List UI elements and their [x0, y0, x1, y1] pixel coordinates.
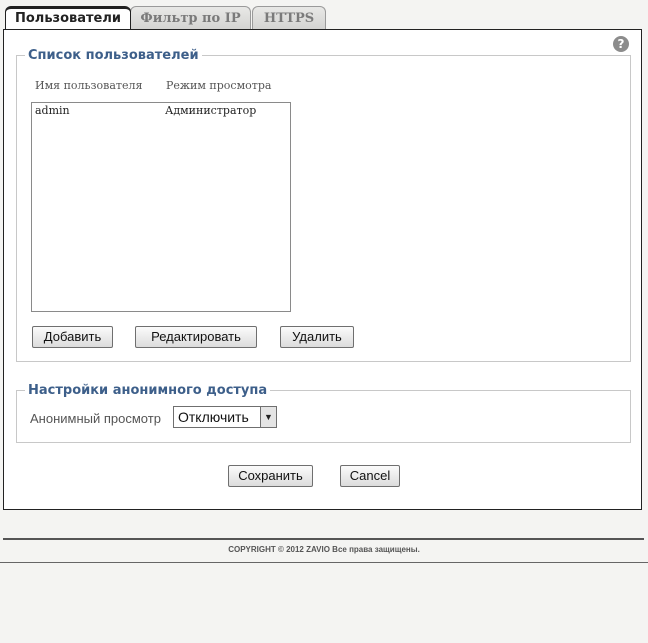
cancel-button[interactable]: Cancel	[340, 465, 400, 487]
tab-https[interactable]: HTTPS	[252, 6, 326, 29]
anonymous-access-title: Настройки анонимного доступа	[28, 383, 268, 398]
user-list-title: Список пользователей	[28, 48, 199, 63]
tab-users[interactable]: Пользователи	[5, 6, 131, 31]
anonymous-view-label: Анонимный просмотр	[30, 411, 161, 426]
list-item-username: admin	[35, 104, 70, 117]
footer-divider-bottom	[0, 562, 648, 563]
user-listbox[interactable]: admin Администратор	[31, 102, 291, 312]
anonymous-view-select[interactable]: Отключить ▼	[173, 406, 277, 428]
chevron-down-icon[interactable]: ▼	[260, 407, 276, 427]
column-header-username: Имя пользователя	[35, 79, 143, 92]
list-item-mode: Администратор	[165, 104, 257, 117]
save-button[interactable]: Сохранить	[228, 465, 313, 487]
tab-ip-filter[interactable]: Фильтр по IP	[130, 6, 251, 29]
anonymous-view-select-value: Отключить	[178, 409, 249, 425]
delete-user-button[interactable]: Удалить	[280, 326, 354, 348]
main-panel: ? Список пользователей Имя пользователя …	[3, 29, 642, 510]
footer-divider	[3, 538, 644, 540]
add-user-button[interactable]: Добавить	[32, 326, 113, 348]
list-item[interactable]: admin Администратор	[35, 104, 256, 117]
copyright-text: COPYRIGHT © 2012 ZAVIO Все права защищен…	[228, 545, 420, 554]
column-header-view-mode: Режим просмотра	[166, 79, 272, 92]
edit-user-button[interactable]: Редактировать	[135, 326, 257, 348]
